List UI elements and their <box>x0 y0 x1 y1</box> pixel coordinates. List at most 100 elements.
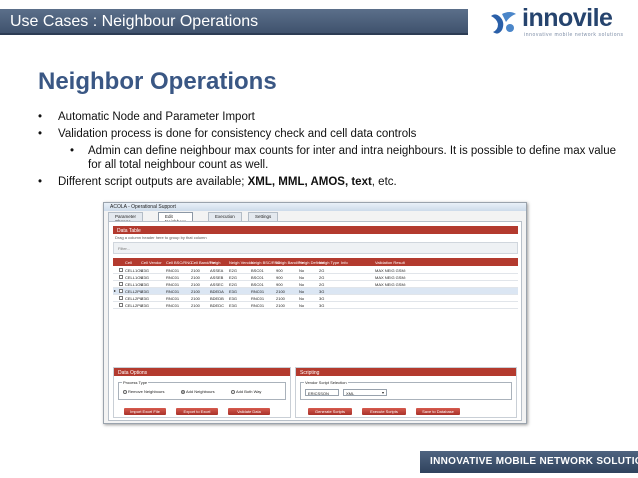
logo-tagline: innovative mobile network solutions <box>524 32 624 38</box>
option-label: Remove Neighbours <box>128 389 165 394</box>
remove-neighbours-option[interactable]: Remove Neighbours <box>123 389 164 394</box>
table-cell: RNC01 <box>251 295 265 301</box>
row-checkbox[interactable] <box>119 289 123 293</box>
column-header[interactable]: Neigh <box>210 260 220 265</box>
tab-parameter-change[interactable]: Parameter Change <box>108 212 144 224</box>
slide-heading: Neighbor Operations <box>38 68 277 95</box>
radio-icon[interactable] <box>123 389 127 394</box>
table-cell: 2G <box>319 281 325 287</box>
table-cell: RNC01 <box>166 302 180 308</box>
scripting-header: Scripting <box>296 368 516 376</box>
save-database-button[interactable]: Save to Database <box>416 408 460 415</box>
table-row[interactable]: CELL2PU E3G RNC01 2100 BDEDB E3G RNC01 2100 No 3G <box>113 295 518 302</box>
radio-icon[interactable] <box>231 389 235 394</box>
add-neighbours-option[interactable]: Add Neighbours <box>181 389 215 394</box>
table-cell: E3G <box>141 288 150 294</box>
table-cell: E3G <box>141 295 150 301</box>
table-cell: 2G <box>319 274 325 280</box>
format-select[interactable]: XML ▾ <box>343 389 387 396</box>
row-pointer-icon: ▸ <box>114 288 117 293</box>
scripting-panel: Scripting Vendor Script Selection ERICSS… <box>295 367 517 418</box>
column-header[interactable]: Cell Vendor <box>141 260 162 265</box>
table-row[interactable]: ▸ CELL2PU E3G RNC01 2100 BDEDA E3G RNC01 2100 No 3… <box>113 288 518 295</box>
column-header[interactable]: Neigh Vendor <box>229 260 253 265</box>
row-checkbox[interactable] <box>119 303 123 307</box>
table-cell: 2100 <box>191 267 200 273</box>
bullet-text-bold: XML, MML, AMOS, text <box>247 176 372 188</box>
table-cell: ASSEB <box>210 274 224 280</box>
bullet-text: Automatic Node and Parameter Import <box>58 111 255 123</box>
table-cell: 2100 <box>276 302 285 308</box>
table-cell: 2100 <box>191 295 200 301</box>
table-cell: E2G <box>229 274 238 280</box>
table-cell: 3G <box>319 295 325 301</box>
table-cell: 2100 <box>276 288 285 294</box>
column-header[interactable]: Cell <box>125 260 132 265</box>
add-both-way-option[interactable]: Add Both Way <box>231 389 261 394</box>
vendor-script-label: Vendor Script Selection <box>304 380 348 385</box>
process-type-group: Process Type Remove Neighbours Add Neigh… <box>118 380 286 400</box>
table-cell: E3G <box>229 302 238 308</box>
row-checkbox[interactable] <box>119 275 123 279</box>
table-cell: No <box>299 295 305 301</box>
row-checkbox[interactable] <box>119 296 123 300</box>
table-cell: 3G <box>319 288 325 294</box>
bullet-item: • Validation process is done for consist… <box>38 127 618 141</box>
table-row[interactable]: CELL1OU E3G RNC01 2100 ASSEB E2G BSC01 900 No 2G M… <box>113 274 518 281</box>
radio-checked-icon[interactable] <box>181 389 185 394</box>
tab-settings[interactable]: Settings <box>248 212 279 221</box>
table-cell: E3G <box>229 288 238 294</box>
table-cell: BDEDB <box>210 295 224 301</box>
row-checkbox[interactable] <box>119 268 123 272</box>
table-cell: No <box>299 281 305 287</box>
bullet-text: Validation process is done for consisten… <box>58 128 417 140</box>
format-value: XML <box>346 391 355 396</box>
table-cell: E3G <box>229 295 238 301</box>
table-cell: E3G <box>141 302 150 308</box>
table-cell: 900 <box>276 274 283 280</box>
vendor-field[interactable]: ERICSSON <box>305 389 339 396</box>
table-cell: BSC01 <box>251 274 264 280</box>
column-header[interactable]: Validation Result <box>375 260 405 265</box>
export-excel-button[interactable]: Export to Excel <box>176 408 218 415</box>
bullet-text-suffix: , etc. <box>371 176 397 188</box>
table-cell: 2G <box>319 267 325 273</box>
validate-data-button[interactable]: Validate Data <box>228 408 270 415</box>
table-cell: BDEDA <box>210 288 224 294</box>
column-header[interactable]: Neigh Type <box>319 260 339 265</box>
table-cell: No <box>299 288 305 294</box>
section-title: Use Cases : Neighbour Operations <box>10 13 259 30</box>
bullet-dot: • <box>38 128 43 140</box>
table-cell: RNC01 <box>166 274 180 280</box>
row-checkbox[interactable] <box>119 282 123 286</box>
window-title: ACOLA - Operational Support <box>110 204 176 210</box>
process-type-label: Process Type <box>122 380 149 385</box>
table-cell: E3G <box>141 267 150 273</box>
data-options-header: Data Options <box>114 368 290 376</box>
import-excel-button[interactable]: Import Excel File <box>124 408 166 415</box>
table-cell: RNC01 <box>166 295 180 301</box>
column-header[interactable]: Info <box>341 260 348 265</box>
app-window: ACOLA - Operational Support –□× Paramete… <box>103 202 527 424</box>
filter-bar[interactable]: Filter... <box>113 242 518 254</box>
execute-scripts-button[interactable]: Execute Scripts <box>362 408 406 415</box>
table-row[interactable]: CELL1OU E3G RNC01 2100 ASSEC E2G BSC01 900 No 2G M… <box>113 281 518 288</box>
option-label: Add Neighbours <box>186 389 215 394</box>
tab-edit-neighbour[interactable]: Edit Neighbour <box>158 212 193 224</box>
group-by-hint: Drag a column header here to group by th… <box>115 235 207 240</box>
table-cell: MAX NEIG GSM: <box>375 274 406 280</box>
tab-execution[interactable]: Execution <box>208 212 242 221</box>
column-header[interactable]: Cell BSC/RNC <box>166 260 192 265</box>
table-cell: RNC01 <box>166 281 180 287</box>
generate-scripts-button[interactable]: Generate Scripts <box>308 408 352 415</box>
table-row[interactable]: CELL2PU E3G RNC01 2100 BDEDC E3G RNC01 2100 No 3G <box>113 302 518 309</box>
sub-bullet-item: • Admin can define neighbour max counts … <box>38 144 618 172</box>
innovile-logo: innovile innovative mobile network solut… <box>488 4 636 40</box>
table-cell: BSC01 <box>251 267 264 273</box>
table-row[interactable]: CELL1OU E3G RNC01 2100 ASSEA E2G BSC01 900 No 2G M… <box>113 267 518 274</box>
table-cell: 2100 <box>276 295 285 301</box>
innovile-bird-logo-icon <box>491 12 516 34</box>
table-cell: E3G <box>141 281 150 287</box>
table-cell: E2G <box>229 267 238 273</box>
edit-neighbour-pane: Data Table Drag a column header here to … <box>108 221 522 421</box>
